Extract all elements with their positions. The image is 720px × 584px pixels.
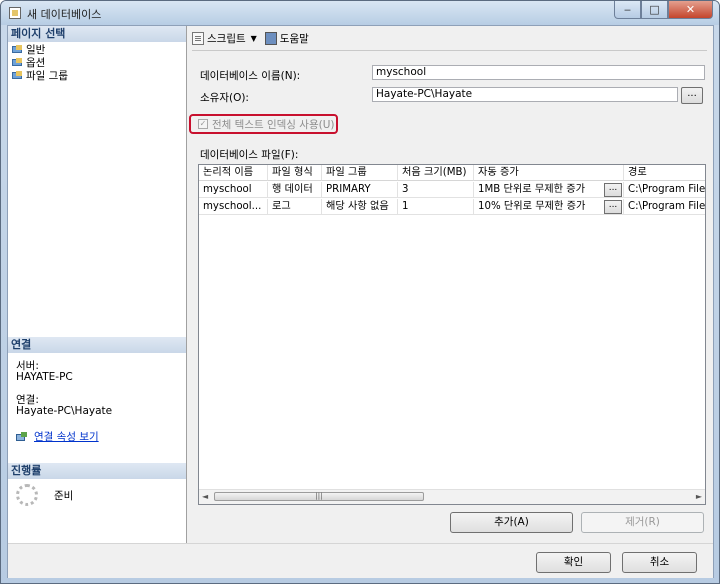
cancel-button[interactable]: 취소	[622, 552, 697, 573]
column-header[interactable]: 처음 크기(MB)	[398, 165, 474, 181]
remove-button[interactable]: 제거(R)	[581, 512, 704, 533]
dialog-client-area: 페이지 선택 일반 옵션 파일 그룹 연결 서버: HAYATE-PC 연결: …	[7, 25, 714, 578]
caption-buttons: ‒ □ ✕	[614, 1, 713, 19]
column-header[interactable]: 자동 증가	[474, 165, 624, 181]
server-value: HAYATE-PC	[16, 371, 73, 383]
ok-button[interactable]: 확인	[536, 552, 611, 573]
cell-file-type[interactable]: 로그	[268, 199, 322, 215]
cell-path[interactable]: C:\Program File	[624, 199, 705, 215]
autogrowth-value: 10% 단위로 무제한 증가	[478, 201, 586, 212]
page-select-heading: 페이지 선택	[8, 26, 186, 42]
cell-filegroup[interactable]: PRIMARY	[322, 182, 398, 198]
toolbar-divider	[192, 50, 707, 51]
autogrowth-browse-button[interactable]: ...	[604, 183, 622, 197]
owner-label: 소유자(O):	[200, 92, 249, 104]
add-button[interactable]: 추가(A)	[450, 512, 573, 533]
horizontal-scrollbar[interactable]: ◄ ||| ►	[199, 489, 705, 504]
page-item-general[interactable]: 일반	[12, 43, 45, 56]
minimize-button[interactable]: ‒	[614, 1, 641, 19]
help-icon	[264, 31, 277, 45]
connection-properties-icon	[16, 431, 28, 442]
progress-spinner-icon	[16, 484, 38, 506]
owner-input[interactable]: Hayate-PC\Hayate	[372, 87, 678, 102]
scrollbar-thumb[interactable]: |||	[214, 492, 424, 501]
scroll-left-icon[interactable]: ◄	[202, 492, 208, 501]
toolbar: 스크립트 ▼ 도움말	[192, 30, 309, 46]
autogrowth-browse-button[interactable]: ...	[604, 200, 622, 214]
script-icon	[192, 31, 204, 45]
owner-browse-button[interactable]: ...	[681, 87, 703, 104]
fulltext-label: 전체 텍스트 인덱싱 사용(U)	[212, 118, 335, 131]
progress-heading: 진행률	[8, 463, 186, 479]
database-files-grid: 논리적 이름 파일 형식 파일 그룹 처음 크기(MB) 자동 증가 경로 my…	[198, 164, 706, 505]
progress-status: 준비	[54, 490, 74, 502]
view-connection-properties-label[interactable]: 연결 속성 보기	[34, 429, 99, 444]
column-header[interactable]: 파일 그룹	[322, 165, 398, 181]
database-icon	[9, 7, 21, 19]
table-row[interactable]: myschool 행 데이터 PRIMARY 3 1MB 단위로 무제한 증가 …	[199, 182, 705, 198]
dialog-button-bar: 확인 취소	[8, 543, 713, 578]
cell-filegroup[interactable]: 해당 사항 없음	[322, 199, 398, 215]
autogrowth-value: 1MB 단위로 무제한 증가	[478, 184, 585, 195]
column-header[interactable]: 경로	[624, 165, 705, 181]
script-button[interactable]: 스크립트	[207, 31, 246, 46]
grid-header-row: 논리적 이름 파일 형식 파일 그룹 처음 크기(MB) 자동 증가 경로	[199, 165, 705, 181]
view-connection-properties-link[interactable]: 연결 속성 보기	[16, 429, 99, 444]
connection-value: Hayate-PC\Hayate	[16, 405, 113, 417]
fulltext-checkbox[interactable]: ✓	[198, 119, 208, 129]
page-item-filegroups[interactable]: 파일 그룹	[12, 69, 68, 82]
column-header[interactable]: 논리적 이름	[199, 165, 268, 181]
page-icon	[12, 57, 23, 67]
maximize-button[interactable]: □	[641, 1, 668, 19]
fulltext-indexing-option: ✓ 전체 텍스트 인덱싱 사용(U)	[189, 114, 338, 134]
cell-autogrowth[interactable]: 1MB 단위로 무제한 증가 ...	[474, 182, 624, 198]
cell-logical-name[interactable]: myschool	[199, 182, 268, 198]
cell-file-type[interactable]: 행 데이터	[268, 182, 322, 198]
page-icon	[12, 44, 23, 54]
database-files-label: 데이터베이스 파일(F):	[200, 149, 299, 161]
title-bar: 새 데이터베이스 ‒ □ ✕	[1, 1, 719, 25]
script-dropdown-arrow-icon[interactable]: ▼	[251, 34, 257, 43]
cell-initial-size[interactable]: 1	[398, 199, 474, 215]
connection-heading: 연결	[8, 337, 186, 353]
column-header[interactable]: 파일 형식	[268, 165, 322, 181]
cell-initial-size[interactable]: 3	[398, 182, 474, 198]
page-icon	[12, 70, 23, 80]
page-item-label: 파일 그룹	[26, 69, 68, 82]
cell-logical-name[interactable]: myschool...	[199, 199, 268, 215]
new-database-window: 새 데이터베이스 ‒ □ ✕ 페이지 선택 일반 옵션 파일 그룹 연결 서버:	[0, 0, 720, 584]
database-name-input[interactable]: myschool	[372, 65, 705, 80]
help-button[interactable]: 도움말	[280, 31, 309, 46]
table-row[interactable]: myschool... 로그 해당 사항 없음 1 10% 단위로 무제한 증가…	[199, 199, 705, 215]
cell-path[interactable]: C:\Program File	[624, 182, 705, 198]
cell-autogrowth[interactable]: 10% 단위로 무제한 증가 ...	[474, 199, 624, 215]
page-item-options[interactable]: 옵션	[12, 56, 45, 69]
window-title: 새 데이터베이스	[27, 8, 102, 21]
scroll-right-icon[interactable]: ►	[696, 492, 702, 501]
left-panel: 페이지 선택 일반 옵션 파일 그룹 연결 서버: HAYATE-PC 연결: …	[8, 26, 187, 543]
database-name-label: 데이터베이스 이름(N):	[200, 70, 301, 82]
close-button[interactable]: ✕	[668, 1, 713, 19]
